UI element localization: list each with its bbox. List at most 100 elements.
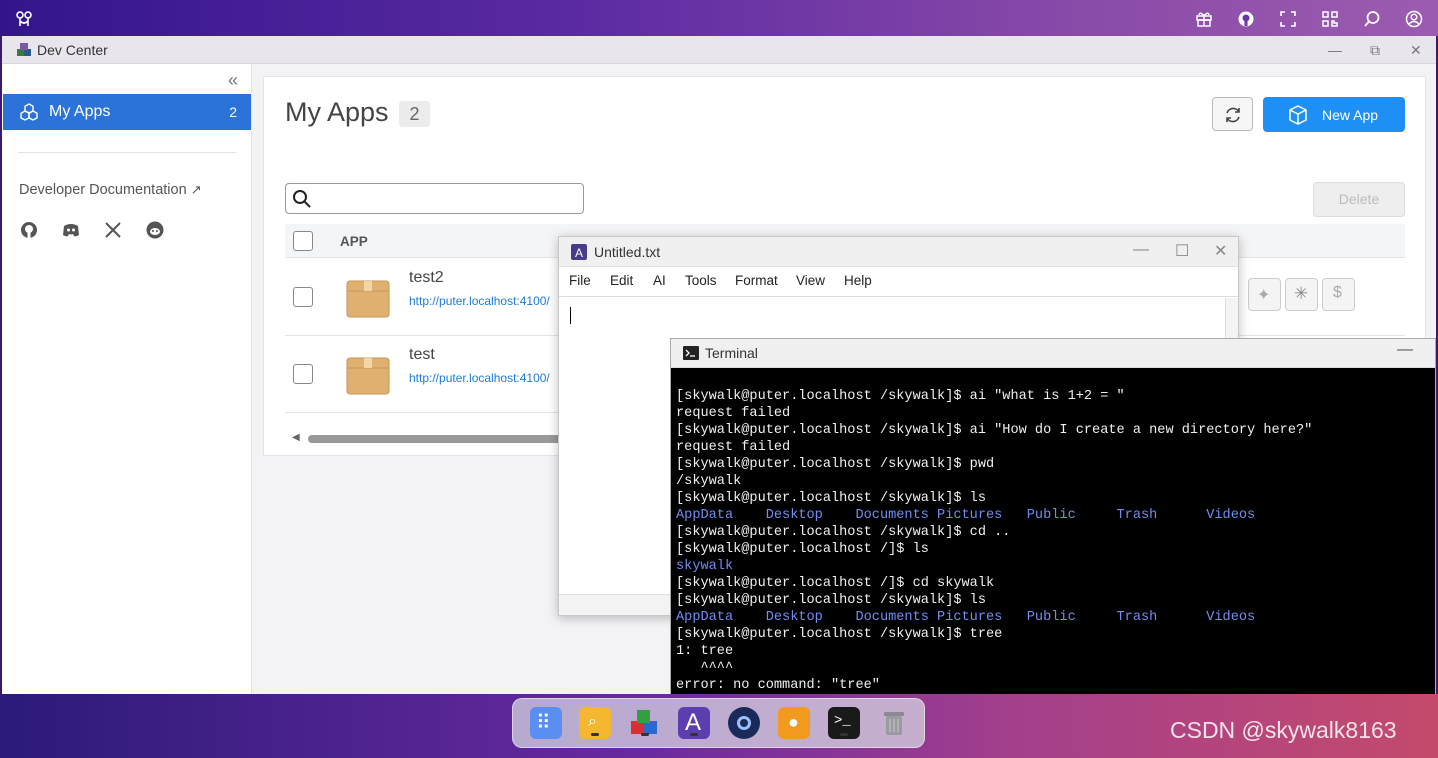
window-titlebar[interactable]: Terminal — (671, 339, 1435, 368)
qr-icon[interactable] (1321, 10, 1339, 28)
terminal-dir-listing: AppData Desktop Documents Pictures Publi… (676, 610, 1256, 625)
window-title: Terminal (705, 345, 758, 361)
menu-help[interactable]: Help (844, 273, 872, 288)
menu-edit[interactable]: Edit (610, 273, 633, 288)
close-icon[interactable]: ✕ (1410, 42, 1422, 59)
apps-grid-icon[interactable]: ⠿ (530, 707, 562, 739)
terminal-line: [skywalk@puter.localhost /]$ cd skywalk (676, 576, 995, 591)
package-icon (346, 357, 390, 395)
app-name[interactable]: test (409, 346, 435, 364)
file-explorer-icon[interactable]: ⌕ (579, 707, 611, 739)
terminal-line: [skywalk@puter.localhost /skywalk]$ ls (676, 491, 986, 506)
terminal-line: [skywalk@puter.localhost /skywalk]$ ls (676, 593, 986, 608)
editor-icon[interactable]: A (678, 707, 710, 739)
menu-view[interactable]: View (796, 273, 825, 288)
sidebar-item-my-apps[interactable]: My Apps 2 (3, 94, 251, 130)
apps-icon (20, 103, 38, 121)
running-indicator (840, 733, 848, 736)
terminal-line: [skywalk@puter.localhost /skywalk]$ cd .… (676, 525, 1011, 540)
maximize-icon[interactable]: ⧉ (1370, 42, 1380, 59)
terminal-dir-listing: skywalk (676, 559, 734, 574)
menu-tools[interactable]: Tools (685, 273, 717, 288)
terminal-line: request failed (676, 406, 791, 421)
window-title: Dev Center (37, 42, 108, 58)
menu-bar: File Edit AI Tools Format View Help (559, 267, 1238, 297)
page-title: My Apps (285, 97, 389, 127)
recorder-icon[interactable]: ● (778, 707, 810, 739)
cube-icon (1289, 105, 1307, 125)
sidebar-item-count: 2 (229, 104, 237, 120)
row-actions: ✦ ✳ $ (1248, 278, 1358, 312)
click-icon: ✳ (1294, 284, 1309, 303)
terminal-line: [skywalk@puter.localhost /]$ ls (676, 542, 929, 557)
developer-docs-link[interactable]: Developer Documentation ↗ (19, 182, 202, 198)
terminal-icon (683, 346, 699, 360)
search-input[interactable] (285, 183, 584, 214)
fullscreen-icon[interactable] (1279, 10, 1297, 28)
menu-format[interactable]: Format (735, 273, 778, 288)
user-icon[interactable] (1405, 10, 1423, 28)
refresh-icon (1226, 107, 1240, 123)
window-titlebar[interactable]: Dev Center — ⧉ ✕ (2, 36, 1436, 64)
terminal-line: error: no command: "tree" (676, 678, 880, 693)
terminal-line: request failed (676, 440, 791, 455)
package-icon (346, 280, 390, 318)
column-header-app: APP (340, 234, 368, 249)
gift-icon[interactable] (1195, 10, 1213, 28)
menu-file[interactable]: File (569, 273, 591, 288)
trash-icon[interactable] (878, 707, 910, 739)
external-link-icon: ↗ (190, 182, 202, 197)
window-titlebar[interactable]: A Untitled.txt — ☐ ✕ (559, 237, 1238, 267)
running-indicator (641, 733, 649, 736)
search-icon (293, 190, 311, 208)
scroll-left-icon[interactable]: ◀ (292, 432, 300, 443)
terminal-line: [skywalk@puter.localhost /skywalk]$ ai "… (676, 389, 1125, 404)
search-icon[interactable] (1363, 10, 1381, 28)
row-checkbox[interactable] (293, 287, 313, 307)
divider (18, 152, 236, 153)
system-tray (1232, 722, 1432, 748)
discord-icon[interactable] (61, 220, 81, 240)
svg-text:A: A (575, 246, 583, 260)
refresh-button[interactable] (1212, 97, 1253, 131)
dock: ⠿ ⌕ A ● >_ (512, 698, 925, 748)
terminal-line: [skywalk@puter.localhost /skywalk]$ ai "… (676, 423, 1313, 438)
add-to-taskbar-button[interactable]: ✳ (1285, 278, 1318, 311)
app-name[interactable]: test2 (409, 269, 444, 287)
add-to-desktop-button[interactable]: ✦ (1248, 278, 1281, 311)
monetize-button[interactable]: $ (1322, 278, 1355, 311)
minimize-icon[interactable]: — (1328, 42, 1342, 58)
github-icon[interactable] (19, 220, 39, 240)
puter-logo-icon[interactable] (14, 9, 34, 29)
terminal-line: /skywalk (676, 474, 742, 489)
desktop-icon: ✦ (1257, 287, 1271, 304)
app-url[interactable]: http://puter.localhost:4100/ (409, 294, 563, 308)
delete-button[interactable]: Delete (1313, 182, 1405, 217)
github-icon[interactable] (1237, 10, 1255, 28)
x-twitter-icon[interactable] (103, 220, 123, 240)
select-all-checkbox[interactable] (293, 231, 313, 251)
terminal-icon[interactable]: >_ (828, 707, 860, 739)
camera-icon[interactable] (728, 707, 760, 739)
horizontal-scrollbar[interactable] (308, 435, 568, 443)
terminal-dir-listing: AppData Desktop Documents Pictures Publi… (676, 508, 1256, 523)
maximize-icon[interactable]: ☐ (1175, 241, 1189, 261)
running-indicator (591, 733, 599, 736)
dev-center-icon (17, 43, 31, 56)
running-indicator (690, 733, 698, 736)
window-title: Untitled.txt (594, 244, 661, 260)
minimize-icon[interactable]: — (1133, 241, 1149, 259)
app-url[interactable]: http://puter.localhost:4100/ (409, 371, 563, 385)
terminal-line: [skywalk@puter.localhost /skywalk]$ pwd (676, 457, 995, 472)
close-icon[interactable]: ✕ (1214, 241, 1227, 261)
minimize-icon[interactable]: — (1397, 341, 1413, 359)
sidebar-item-label: My Apps (49, 103, 111, 120)
new-app-button[interactable]: New App (1263, 97, 1405, 132)
app-count-badge: 2 (399, 101, 430, 127)
row-checkbox[interactable] (293, 364, 313, 384)
dev-center-icon[interactable] (629, 707, 661, 739)
reddit-icon[interactable] (145, 220, 165, 240)
collapse-sidebar-icon[interactable]: « (228, 70, 238, 91)
new-app-label: New App (1322, 107, 1379, 123)
menu-ai[interactable]: AI (653, 273, 666, 288)
